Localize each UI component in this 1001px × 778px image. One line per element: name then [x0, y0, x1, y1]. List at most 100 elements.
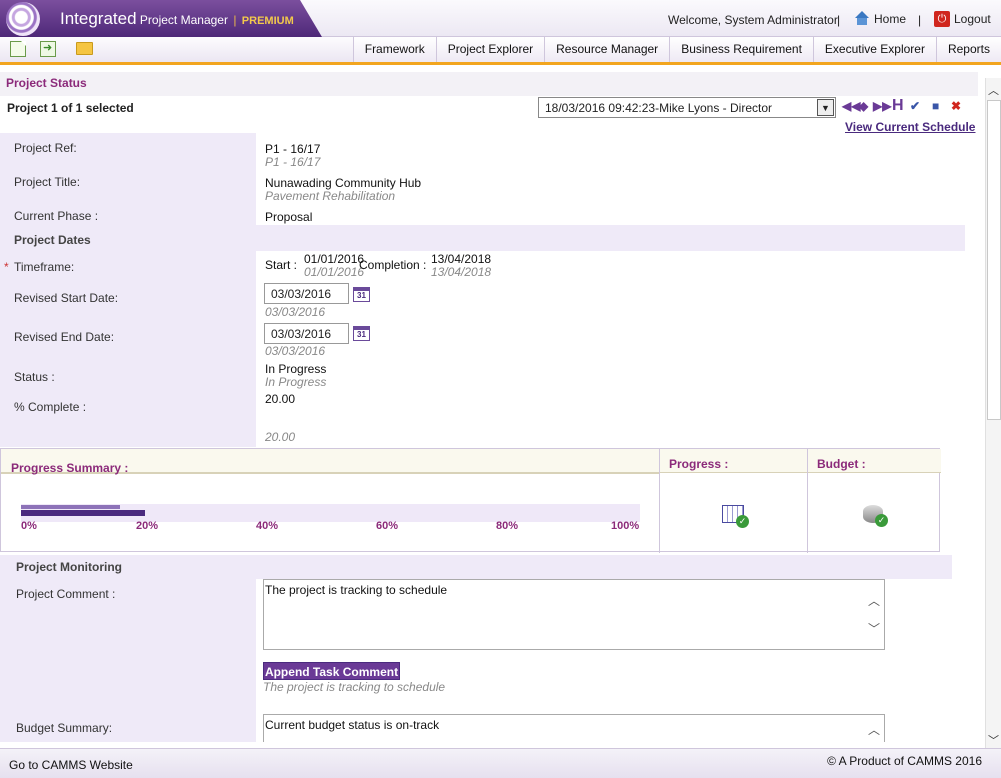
tab-executive-explorer[interactable]: Executive Explorer — [812, 37, 936, 62]
completion-label: Completion : — [359, 258, 427, 272]
project-ref-history: P1 - 16/17 — [265, 155, 321, 169]
home-label: Home — [874, 11, 907, 26]
append-task-comment-button[interactable]: Append Task Comment — [263, 662, 400, 680]
header-separator: | — [837, 13, 841, 27]
budget-summary-text: Current budget status is on-track — [265, 718, 440, 732]
budget-summary-textarea[interactable]: Current budget status is on-track ︿ — [263, 714, 885, 742]
close-icon[interactable]: ✖ — [951, 99, 961, 113]
brand-project: Project — [139, 13, 178, 27]
schedule-select[interactable]: 18/03/2016 09:42:23-Mike Lyons - Directo… — [538, 97, 836, 118]
chevron-down-icon[interactable]: ▼ — [817, 99, 834, 116]
chevron-up-icon[interactable]: ︿ — [868, 721, 880, 738]
scale-label: 0% — [21, 520, 37, 532]
project-title-value: Nunawading Community Hub — [265, 176, 422, 190]
chevron-down-icon[interactable]: ﹀ — [868, 620, 880, 637]
new-document-icon[interactable] — [10, 41, 26, 57]
budget-on-track-icon — [863, 505, 888, 527]
start-label: Start : — [265, 258, 298, 272]
completion-value: 13/04/2018 — [431, 252, 492, 266]
revised-start-history: 03/03/2016 — [265, 305, 326, 319]
first-record-icon[interactable]: ◀◀ — [842, 99, 860, 113]
percent-complete-value: 20.00 — [265, 392, 296, 406]
scale-label: 80% — [496, 520, 519, 532]
top-header: Integrated Project Manager | PREMIUM Wel… — [0, 0, 1001, 37]
spellcheck-icon[interactable]: ✔ — [910, 99, 920, 113]
chevron-down-icon[interactable]: ﹀ — [988, 732, 999, 748]
project-comment-text: The project is tracking to schedule — [265, 583, 448, 597]
status-label: Status : — [14, 370, 55, 384]
logout-link[interactable]: ⏻ Logout — [934, 11, 991, 27]
revised-start-input[interactable]: 03/03/2016 — [264, 283, 349, 304]
progress-summary-panel: Progress Summary : Progress : Budget : 0… — [0, 448, 941, 553]
brand-manager: Manager — [180, 13, 228, 27]
project-title-history: Pavement Rehabilitation — [265, 189, 396, 203]
power-icon: ⏻ — [934, 11, 950, 27]
logout-label: Logout — [954, 12, 991, 26]
required-marker: * — [4, 260, 9, 274]
calendar-icon[interactable]: 31 — [353, 326, 370, 341]
brand-integrated: Integrated — [60, 9, 137, 28]
welcome-text: Welcome, System Administrator — [668, 13, 838, 27]
completion-history: 13/04/2018 — [431, 265, 492, 279]
main-content: Project Status Project 1 of 1 selected 1… — [0, 68, 985, 742]
page-title: Project Status — [0, 72, 978, 96]
history-icon[interactable]: H — [892, 97, 904, 115]
scale-label: 60% — [376, 520, 399, 532]
project-comment-label: Project Comment : — [16, 587, 116, 601]
view-current-schedule-link[interactable]: View Current Schedule — [845, 120, 975, 134]
scale-label: 40% — [256, 520, 279, 532]
percent-complete-label: % Complete : — [14, 400, 87, 414]
home-icon — [854, 11, 870, 26]
chevron-up-icon[interactable]: ︿ — [868, 592, 880, 609]
footer: Go to CAMMS Website © A Product of CAMMS… — [0, 748, 1001, 778]
scale-label: 20% — [136, 520, 159, 532]
revised-end-label: Revised End Date: — [14, 330, 115, 344]
divider — [807, 449, 808, 553]
revised-start-label: Revised Start Date: — [14, 291, 119, 305]
percent-complete-history: 20.00 — [265, 430, 296, 444]
copyright-text: © A Product of CAMMS 2016 — [827, 754, 982, 768]
home-link[interactable]: Home — [854, 11, 906, 26]
tab-business-requirement[interactable]: Business Requirement — [669, 37, 813, 62]
progress-title: Progress : — [669, 457, 729, 471]
revised-end-input[interactable]: 03/03/2016 — [264, 323, 349, 344]
project-monitoring-title: Project Monitoring — [16, 560, 122, 574]
project-dates-band — [256, 225, 965, 251]
progress-summary-title: Progress Summary : — [11, 461, 129, 475]
nav-bar: Framework Project Explorer Resource Mana… — [0, 37, 1001, 65]
next-record-icon[interactable]: ▶▶ — [873, 99, 891, 113]
budget-title: Budget : — [817, 457, 866, 471]
project-dates-heading: Project Dates — [14, 233, 91, 247]
brand-separator: | — [233, 13, 237, 27]
scrollbar-thumb[interactable] — [987, 100, 1001, 420]
nav-tabs: Framework Project Explorer Resource Mana… — [352, 37, 1001, 62]
brand-premium: PREMIUM — [241, 15, 294, 27]
project-monitoring-header: Project Monitoring — [0, 555, 952, 579]
current-phase-label: Current Phase : — [14, 209, 99, 223]
start-history: 01/01/2016 — [304, 265, 365, 279]
page-scrollbar[interactable]: ︿ ﹀ — [985, 78, 1001, 748]
schedule-select-value: 18/03/2016 09:42:23-Mike Lyons - Directo… — [545, 101, 773, 115]
tab-reports[interactable]: Reports — [935, 37, 1001, 62]
import-icon[interactable] — [40, 41, 56, 57]
previous-record-icon[interactable]: ◆ — [859, 99, 868, 113]
revised-end-history: 03/03/2016 — [265, 344, 326, 358]
chevron-up-icon[interactable]: ︿ — [988, 82, 999, 98]
timeframe-label: Timeframe: — [14, 260, 75, 274]
tab-framework[interactable]: Framework — [352, 37, 436, 62]
scale-label: 100% — [611, 520, 640, 532]
project-comment-textarea[interactable]: The project is tracking to schedule ︿ ﹀ — [263, 579, 885, 650]
brand-name: Integrated Project Manager | PREMIUM — [60, 9, 294, 29]
status-history: In Progress — [265, 375, 327, 389]
save-icon[interactable]: ■ — [932, 99, 939, 113]
open-folder-icon[interactable] — [76, 42, 93, 55]
current-phase-value: Proposal — [265, 210, 313, 224]
calendar-icon[interactable]: 31 — [353, 287, 370, 302]
tab-project-explorer[interactable]: Project Explorer — [435, 37, 545, 62]
budget-summary-label: Budget Summary: — [16, 721, 113, 735]
camms-logo-icon — [6, 2, 40, 36]
header-separator: | — [918, 13, 922, 27]
go-to-website-link[interactable]: Go to CAMMS Website — [9, 758, 133, 772]
tab-resource-manager[interactable]: Resource Manager — [544, 37, 670, 62]
project-ref-label: Project Ref: — [14, 141, 77, 155]
